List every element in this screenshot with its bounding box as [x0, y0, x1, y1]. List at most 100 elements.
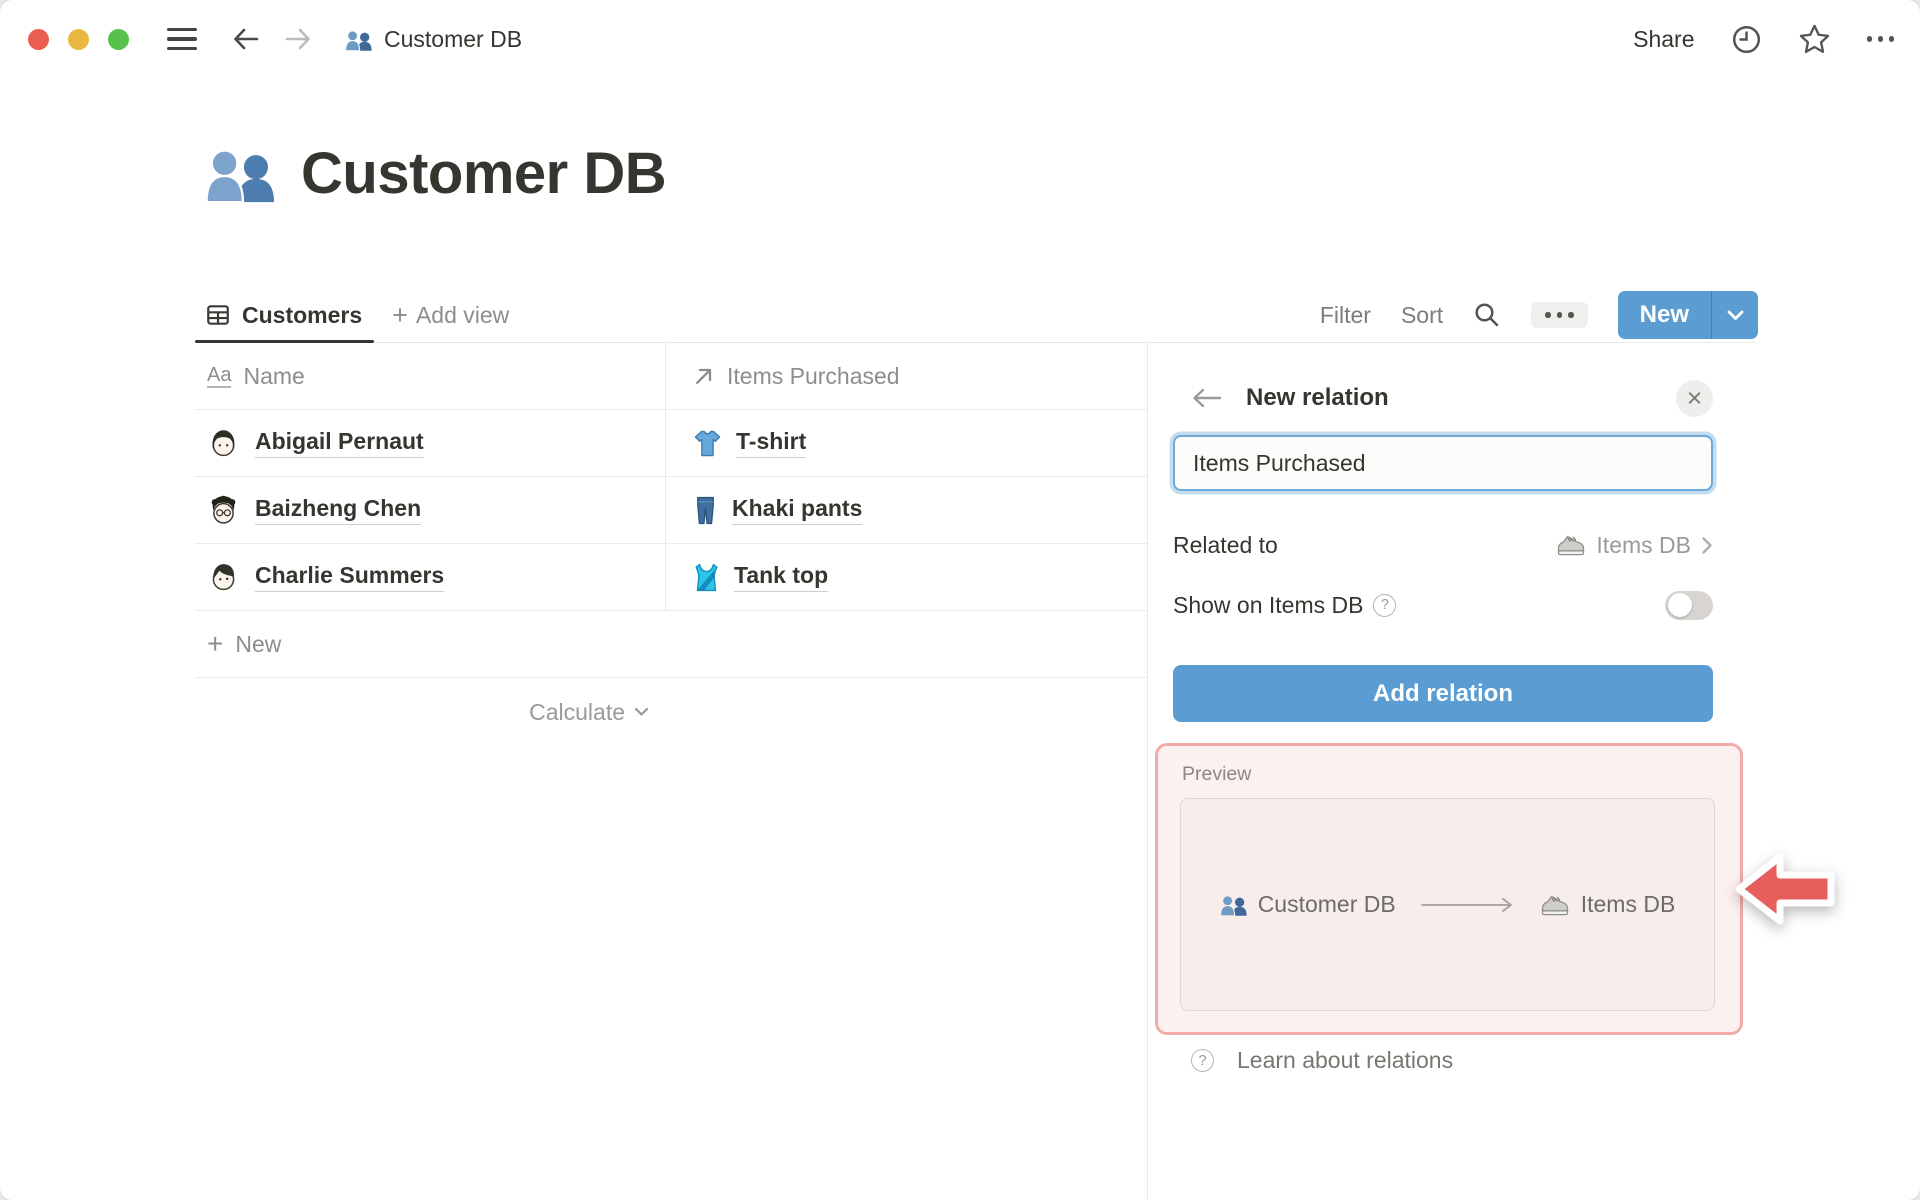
name-cell[interactable]: Charlie Summers — [195, 544, 665, 610]
avatar-abigail — [212, 429, 235, 456]
jeans-icon — [697, 496, 714, 524]
calculate-label: Calculate — [529, 698, 625, 725]
long-arrow-right-icon — [1420, 897, 1512, 912]
relation-cell[interactable]: Khaki pants — [665, 477, 1147, 543]
related-to-row[interactable]: Related to Items DB — [1173, 525, 1713, 565]
preview-target-label: Items DB — [1580, 891, 1676, 917]
add-relation-button[interactable]: Add relation — [1173, 665, 1713, 722]
tab-customers[interactable]: Customers — [195, 288, 375, 343]
panel-back-button[interactable] — [1191, 386, 1223, 410]
avatar-charlie — [212, 563, 235, 590]
record-link[interactable]: Charlie Summers — [255, 562, 445, 592]
favorite-button[interactable] — [1798, 23, 1831, 55]
help-icon[interactable]: ? — [1373, 593, 1397, 617]
learn-label: Learn about relations — [1237, 1047, 1454, 1073]
help-icon: ? — [1191, 1049, 1214, 1072]
relation-name-input[interactable] — [1173, 435, 1713, 491]
new-record-dropdown-button[interactable] — [1712, 291, 1758, 339]
add-view-label: Add view — [415, 301, 510, 328]
add-view-button[interactable]: + Add view — [392, 299, 510, 330]
preview-highlight-box: Preview Customer DB Items DB — [1155, 743, 1743, 1035]
name-cell[interactable]: Abigail Pernaut — [195, 410, 665, 476]
minimize-window-button[interactable] — [68, 28, 89, 50]
sneaker-icon — [1541, 895, 1568, 915]
relation-arrow-icon — [696, 368, 712, 384]
show-on-toggle[interactable] — [1665, 590, 1713, 620]
view-options-button[interactable] — [1531, 302, 1588, 328]
learn-about-relations-link[interactable]: ? Learn about relations — [1191, 1047, 1453, 1074]
close-window-button[interactable] — [28, 28, 49, 50]
table-row: Charlie Summers Tank top — [195, 544, 1147, 611]
preview-label: Preview — [1182, 763, 1252, 785]
relation-preview-diagram: Customer DB Items DB — [1180, 798, 1715, 1011]
annotation-arrow-left-icon — [1735, 853, 1835, 925]
arrow-left-icon — [1193, 388, 1222, 408]
people-icon — [205, 149, 275, 204]
toggle-knob — [1667, 593, 1692, 617]
record-link[interactable]: Baizheng Chen — [255, 495, 422, 525]
filter-button[interactable]: Filter — [1320, 302, 1371, 329]
app-window: Customer DB Share Customer DB Customers … — [0, 0, 1920, 1200]
preview-source-label: Customer DB — [1257, 891, 1396, 917]
related-to-value: Items DB — [1596, 531, 1691, 558]
relation-cell[interactable]: T-shirt — [665, 410, 1147, 476]
column-label: Items Purchased — [727, 362, 900, 389]
avatar-baizheng — [211, 495, 236, 524]
t-shirt-icon — [694, 430, 721, 456]
clock-icon — [1732, 25, 1760, 53]
name-cell[interactable]: Baizheng Chen — [195, 477, 665, 543]
share-button[interactable]: Share — [1633, 26, 1694, 53]
search-icon — [1475, 303, 1499, 327]
people-icon — [1219, 895, 1247, 917]
tab-label: Customers — [242, 301, 363, 328]
breadcrumb[interactable]: Customer DB — [345, 26, 522, 53]
breadcrumb-title: Customer DB — [384, 25, 523, 52]
window-titlebar: Customer DB Share — [0, 0, 1920, 78]
chevron-down-icon — [634, 707, 649, 716]
more-options-button[interactable] — [1866, 36, 1894, 42]
new-record-button[interactable]: New — [1618, 291, 1711, 339]
search-button[interactable] — [1473, 301, 1501, 329]
column-header-items-purchased[interactable]: Items Purchased — [665, 343, 1147, 409]
new-row-button[interactable]: + New — [195, 611, 1147, 678]
arrow-right-icon — [285, 28, 310, 50]
record-link[interactable]: Tank top — [734, 562, 829, 592]
record-link[interactable]: T-shirt — [736, 428, 807, 458]
chevron-down-icon — [1727, 310, 1743, 320]
page-title: Customer DB — [301, 140, 667, 206]
table-row: Abigail Pernaut T-shirt — [195, 410, 1147, 477]
forward-button[interactable] — [283, 26, 313, 52]
panel-title: New relation — [1246, 384, 1389, 411]
record-link[interactable]: Khaki pants — [732, 495, 863, 525]
zoom-window-button[interactable] — [108, 28, 129, 50]
people-icon — [345, 29, 372, 51]
related-to-label: Related to — [1173, 531, 1278, 558]
table-view-icon — [207, 305, 229, 325]
column-label: Name — [243, 362, 305, 389]
table-header-row: Aa Name Items Purchased — [195, 343, 1147, 410]
panel-close-button[interactable]: × — [1676, 379, 1713, 417]
text-property-icon: Aa — [207, 363, 232, 388]
database-table: Aa Name Items Purchased Abigail Pernaut — [195, 343, 1147, 746]
plus-icon: + — [207, 628, 224, 659]
tank-top-icon — [695, 563, 718, 591]
updates-button[interactable] — [1731, 24, 1762, 55]
back-button[interactable] — [231, 26, 261, 52]
close-icon: × — [1686, 382, 1703, 413]
table-row: Baizheng Chen Khaki pants — [195, 477, 1147, 544]
star-icon — [1799, 24, 1829, 54]
new-record-button-group: New — [1617, 291, 1758, 339]
sort-button[interactable]: Sort — [1401, 302, 1443, 329]
record-link[interactable]: Abigail Pernaut — [255, 428, 424, 458]
plus-icon: + — [392, 299, 408, 330]
chevron-right-icon — [1702, 536, 1712, 554]
traffic-lights — [28, 28, 129, 50]
arrow-left-icon — [234, 28, 259, 50]
relation-cell[interactable]: Tank top — [665, 544, 1147, 610]
sidebar-menu-button[interactable] — [167, 28, 197, 50]
sneaker-icon — [1558, 535, 1585, 556]
column-header-name[interactable]: Aa Name — [195, 343, 665, 409]
calculate-button[interactable]: Calculate — [529, 699, 649, 726]
show-on-label: Show on Items DB — [1173, 591, 1364, 618]
new-relation-panel: New relation × Related to Items DB Show … — [1147, 343, 1835, 1200]
